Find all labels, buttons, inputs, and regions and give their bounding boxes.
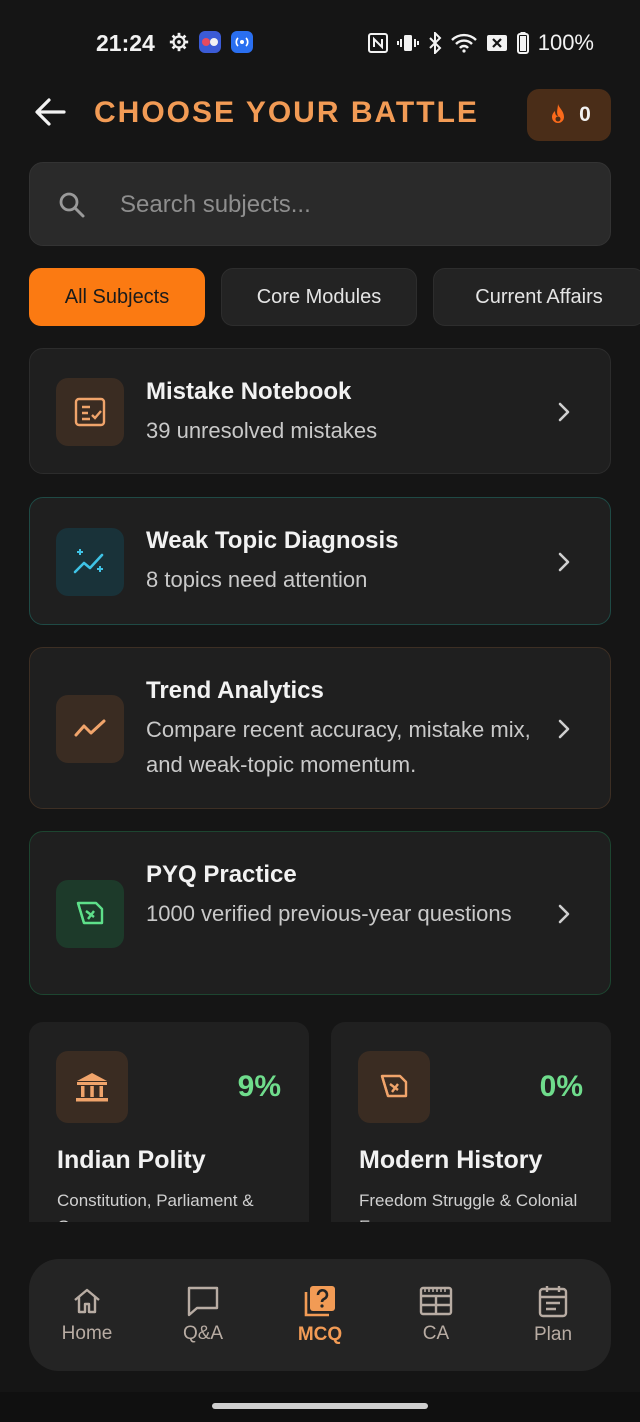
scroll-icon xyxy=(56,880,124,948)
subject-card-modern-history[interactable]: 0% Modern History Freedom Struggle & Col… xyxy=(331,1022,611,1222)
trend-analytics-card[interactable]: Trend Analytics Compare recent accuracy,… xyxy=(29,647,611,809)
scroll-icon xyxy=(358,1051,430,1123)
arrow-left-icon xyxy=(35,98,66,126)
chip-core-modules[interactable]: Core Modules xyxy=(221,268,417,326)
vibrate-icon xyxy=(396,33,419,53)
nav-label: Home xyxy=(61,1323,113,1344)
card-subtitle: 1000 verified previous-year questions xyxy=(146,901,512,926)
chip-all-subjects[interactable]: All Subjects xyxy=(29,268,205,326)
chevron-right-icon xyxy=(558,552,570,572)
pyq-practice-card[interactable]: PYQ Practice 1000 verified previous-year… xyxy=(29,831,611,995)
notebook-icon xyxy=(56,378,124,446)
status-bar: 21:24 100% xyxy=(0,0,640,86)
battery-percent: 100% xyxy=(537,30,594,55)
app-notification-icon xyxy=(198,30,222,54)
nav-mcq[interactable]: MCQ xyxy=(262,1259,378,1371)
card-subtitle: 8 topics need attention xyxy=(146,567,368,592)
chat-icon xyxy=(187,1286,219,1317)
mistake-notebook-card[interactable]: Mistake Notebook 39 unresolved mistakes xyxy=(29,348,611,474)
progress-percent: 0% xyxy=(539,1070,583,1103)
card-subtitle: 39 unresolved mistakes xyxy=(146,418,378,443)
status-time: 21:24 xyxy=(96,30,155,56)
back-button[interactable] xyxy=(32,94,68,130)
wifi-icon xyxy=(450,33,477,53)
calendar-icon xyxy=(538,1286,568,1318)
header: CHOOSE YOUR BATTLE 0 xyxy=(0,86,640,146)
nav-label: MCQ xyxy=(297,1324,343,1345)
nfc-icon xyxy=(367,33,388,53)
card-title: Trend Analytics xyxy=(146,677,324,704)
subject-card-indian-polity[interactable]: 9% Indian Polity Constitution, Parliamen… xyxy=(29,1022,309,1222)
status-left-icons xyxy=(168,30,254,54)
nav-ca[interactable]: CA xyxy=(378,1259,494,1371)
nav-qa[interactable]: Q&A xyxy=(145,1259,261,1371)
search-bar[interactable] xyxy=(29,162,611,247)
chevron-right-icon xyxy=(558,904,570,924)
sparkle-trend-icon xyxy=(56,528,124,596)
bluetooth-icon xyxy=(428,32,442,54)
nav-label: Plan xyxy=(533,1324,573,1345)
home-icon xyxy=(74,1288,100,1314)
search-icon xyxy=(58,191,86,219)
chevron-right-icon xyxy=(558,719,570,739)
chevron-right-icon xyxy=(558,402,570,422)
chip-current-affairs[interactable]: Current Affairs xyxy=(433,268,640,326)
card-title: Weak Topic Diagnosis xyxy=(146,527,399,554)
card-title: PYQ Practice xyxy=(146,861,297,888)
question-icon xyxy=(304,1286,335,1317)
no-sim-icon xyxy=(486,33,508,53)
subject-name: Modern History xyxy=(359,1146,543,1174)
newspaper-icon xyxy=(419,1286,453,1316)
subject-description: Freedom Struggle & Colonial Era xyxy=(359,1191,578,1222)
progress-percent: 9% xyxy=(237,1070,281,1103)
home-indicator[interactable] xyxy=(212,1403,428,1409)
page-title: CHOOSE YOUR BATTLE xyxy=(94,96,479,129)
filter-chips: All Subjects Core Modules Current Affair… xyxy=(29,268,640,326)
trend-line-icon xyxy=(56,695,124,763)
search-input[interactable] xyxy=(120,163,580,247)
status-right-icons: 100% xyxy=(367,30,594,56)
streak-count: 0 xyxy=(579,103,591,126)
flame-icon xyxy=(552,104,565,123)
battery-icon xyxy=(516,32,529,54)
broadcast-icon xyxy=(230,30,254,54)
subject-description: Constitution, Parliament & Governance xyxy=(57,1191,254,1222)
nav-label: CA xyxy=(422,1323,450,1344)
card-subtitle: Compare recent accuracy, mistake mix, an… xyxy=(146,717,531,777)
bottom-nav: Home Q&A MCQ CA Plan xyxy=(29,1259,611,1371)
nav-plan[interactable]: Plan xyxy=(495,1259,611,1371)
gear-icon xyxy=(168,31,190,53)
subject-name: Indian Polity xyxy=(57,1146,206,1174)
card-title: Mistake Notebook xyxy=(146,378,352,405)
weak-topic-diagnosis-card[interactable]: Weak Topic Diagnosis 8 topics need atten… xyxy=(29,497,611,625)
government-building-icon xyxy=(56,1051,128,1123)
streak-badge[interactable]: 0 xyxy=(527,89,611,141)
nav-label: Q&A xyxy=(182,1323,224,1344)
nav-home[interactable]: Home xyxy=(29,1259,145,1371)
